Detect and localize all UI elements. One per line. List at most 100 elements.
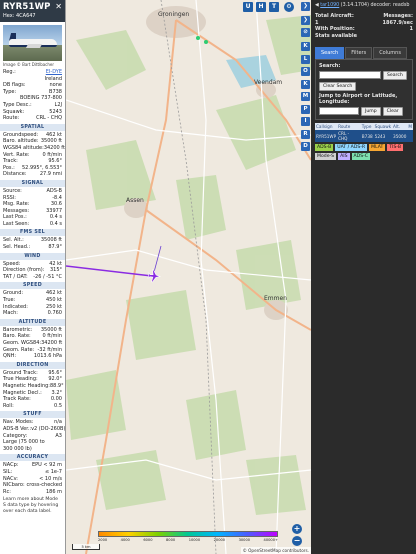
detail-row-value: cross-checked — [26, 482, 62, 489]
search-button[interactable]: Search — [383, 71, 407, 80]
detail-row-label: Barometric: — [3, 326, 33, 333]
photo-wing — [25, 44, 43, 48]
detail-row-value: n/a — [54, 419, 62, 426]
filter-icon[interactable]: ⊘ — [301, 28, 310, 37]
summary-row-label: Type Desc.: — [3, 101, 32, 108]
detail-row-value: < 10 m/s — [39, 475, 62, 482]
map-side-button-i[interactable]: I — [301, 117, 310, 126]
detail-row: NICbaro: cross-checked — [0, 482, 65, 489]
detail-row-value: 462 kt — [46, 290, 62, 297]
ground-marker[interactable] — [204, 40, 208, 44]
map-side-button-k[interactable]: K — [301, 42, 310, 51]
photo-credit: Image © Bart Dittlbacher — [3, 62, 55, 67]
collapse-arrow-icon[interactable]: ◀ — [315, 3, 319, 8]
table-header-cell[interactable]: Route — [337, 123, 361, 130]
detail-row-label: Large (75 000 to — [3, 439, 45, 446]
detail-row-value: -26 / -51 °C — [33, 273, 62, 280]
detail-row-value: 35008 ft — [40, 237, 62, 244]
detail-row-value: 27.9 nmi — [39, 171, 62, 178]
search-input[interactable] — [319, 71, 381, 79]
tar1090-link[interactable]: tar1090 — [320, 3, 339, 8]
map-side-button-l[interactable]: L — [301, 54, 310, 64]
table-header-cell[interactable]: M — [407, 123, 413, 130]
detail-row-label: RSSI: — [3, 194, 16, 201]
detail-row-value: 88.9° — [49, 382, 64, 389]
detail-row: Magnetic Decl.: 3.2° — [0, 390, 65, 397]
detail-row: Messages: 33977 — [0, 208, 65, 215]
summary-row-label: Squawk: — [3, 108, 25, 115]
detail-row-value: 0.00 — [50, 396, 62, 403]
legend-label: 4000 — [120, 538, 130, 542]
jump-label: Jump to Airport or Latitude, Longitude: — [319, 93, 398, 105]
detail-row: Ground: 462 kt — [0, 290, 65, 297]
detail-row-label: ADS-B Ver.: — [3, 425, 32, 432]
collapse-chevron-icon[interactable]: ❯ — [301, 16, 310, 25]
source-tag: ADS-B — [315, 144, 334, 151]
map-side-button-k[interactable]: K — [301, 79, 310, 89]
map-button-h[interactable]: H — [256, 2, 266, 12]
source-tag: UAT / ADS-R — [335, 144, 368, 151]
detail-row-label: NACp: — [3, 462, 19, 469]
stats-available-link[interactable]: Stats available — [315, 33, 357, 40]
detail-row-label: True Heading: — [3, 376, 38, 383]
expand-chevron-icon[interactable]: ❯ — [301, 2, 310, 11]
detail-row: Ground Track: 95.6° — [0, 370, 65, 377]
table-header-cell[interactable]: Callsign — [315, 123, 338, 130]
summary-row: Ireland — [0, 76, 65, 83]
detail-row: NACv: < 10 m/s — [0, 476, 65, 483]
detail-row-label: Msg. Rate: — [3, 201, 30, 208]
settings-gear-icon[interactable]: ⚙ — [284, 2, 294, 12]
map-canvas[interactable]: Groningen Assen Veendam Emmen — [66, 0, 311, 554]
map-side-button-p[interactable]: P — [301, 104, 310, 114]
aircraft-icon[interactable] — [147, 269, 162, 283]
search-pane: Search: Search Clear Search Jump to Airp… — [315, 59, 413, 120]
table-cell: 5243 — [373, 130, 393, 142]
map-button-u[interactable]: U — [243, 2, 253, 12]
section-header: ACCURACY — [0, 454, 65, 462]
map-button-t[interactable]: T — [269, 2, 279, 12]
detail-row: 300 000 lb) — [0, 446, 65, 453]
map-side-button-m[interactable]: M — [301, 92, 310, 101]
jump-input[interactable] — [319, 107, 359, 115]
detail-row-label: Last Seen: — [3, 220, 30, 227]
aircraft-photo[interactable] — [3, 25, 62, 61]
version-bar: ◀ tar1090 (3.14.1704) decoder: readsb — [312, 0, 416, 11]
detail-row-label: Baro. altitude: — [3, 138, 39, 145]
map-side-button-d[interactable]: D — [301, 142, 310, 151]
summary-row: Type Desc.: L2J — [0, 102, 65, 109]
messages-value: 1867.9/sec — [382, 19, 413, 26]
clear-search-button[interactable]: Clear Search — [319, 82, 357, 91]
source-tag: MLAT — [369, 144, 386, 151]
summary-row-value: Ireland — [44, 75, 62, 82]
tab-columns[interactable]: Columns — [373, 47, 407, 59]
detail-row: Distance: 27.9 nmi — [0, 171, 65, 178]
detail-row-value: 450 kt — [46, 297, 62, 304]
tab-filters[interactable]: Filters — [345, 47, 373, 59]
summary-row-value[interactable]: EI-DYE — [46, 69, 62, 76]
close-icon[interactable]: ✕ — [55, 2, 62, 11]
detail-row-value: 250 kt — [46, 303, 62, 310]
clear-jump-button[interactable]: Clear — [382, 107, 403, 116]
summary-block: Reg.: EI-DYE Ireland DB flags: none Type: B738… — [0, 69, 65, 122]
table-header-cell[interactable]: Alt. — [392, 123, 408, 130]
table-header-cell[interactable]: Squawk — [373, 123, 393, 130]
detail-row-label: Messages: — [3, 207, 30, 214]
tab-search[interactable]: Search — [315, 47, 345, 59]
detail-row-label: NACv: — [3, 475, 18, 482]
search-label: Search: — [319, 63, 341, 69]
summary-row-label: Type: — [3, 88, 17, 95]
detail-row-value: ≤ 1e-7 — [44, 468, 62, 475]
map-side-button-o[interactable]: O — [301, 67, 310, 76]
table-cell: CRL - CHQ — [337, 130, 361, 142]
table-row[interactable]: RYR51WP CRL - CHQ B738 5243 35000 — [315, 130, 413, 142]
detail-row-value: -8.4 — [52, 194, 62, 201]
ground-marker[interactable] — [196, 36, 200, 40]
table-header-cell[interactable]: Type — [360, 123, 374, 130]
summary-row: Squawk: 5243 — [0, 109, 65, 116]
map-side-button-r[interactable]: R — [301, 129, 310, 139]
jump-button[interactable]: Jump — [361, 107, 381, 116]
detail-row-label: Track Rate: — [3, 396, 31, 403]
place-label-assen: Assen — [126, 197, 144, 204]
detail-row: RSSI: -8.4 — [0, 195, 65, 202]
map-view[interactable]: Groningen Assen Veendam Emmen U H T ⚙ 20… — [66, 0, 311, 554]
